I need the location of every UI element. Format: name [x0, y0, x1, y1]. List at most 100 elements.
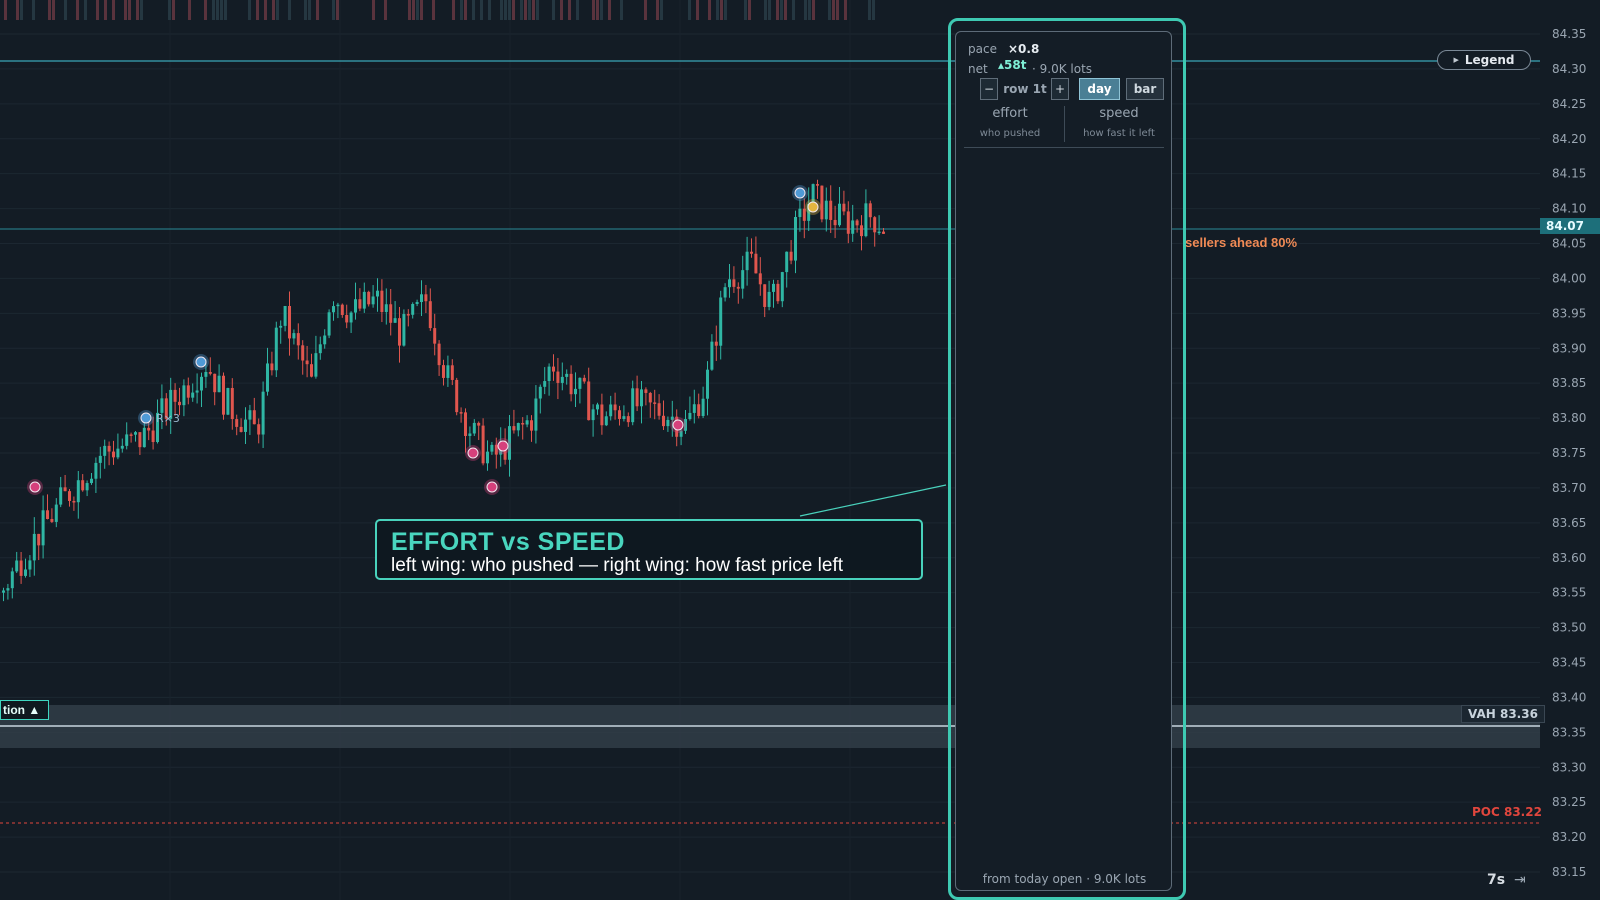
- strip-bar: [112, 0, 115, 20]
- marker-dot[interactable]: [807, 201, 819, 213]
- price-tick-label: 83.75: [1552, 446, 1586, 460]
- strip-bar: [464, 0, 467, 20]
- candle-body: [371, 296, 375, 305]
- strip-bar: [96, 0, 99, 20]
- price-tick-label: 83.30: [1552, 760, 1586, 774]
- candle-body: [279, 325, 283, 328]
- price-tick-label: 84.30: [1552, 62, 1586, 76]
- header-rule: [964, 147, 1164, 148]
- strip-bar: [536, 0, 539, 20]
- callout-subtitle: left wing: who pushed — right wing: how …: [391, 555, 844, 576]
- candle-body: [380, 290, 384, 312]
- candle-body: [112, 451, 115, 458]
- strip-bar: [264, 0, 267, 20]
- price-tick-label: 83.85: [1552, 376, 1586, 390]
- arrow-to-edge-icon[interactable]: ⇥: [1514, 871, 1526, 888]
- candle-body: [758, 273, 762, 285]
- candle-body: [406, 314, 410, 316]
- strip-bar: [532, 0, 535, 20]
- day-mode-button[interactable]: day: [1079, 78, 1120, 100]
- candle-body: [384, 304, 388, 312]
- candle-body: [794, 217, 797, 261]
- strip-bar: [408, 0, 411, 20]
- strip-bar: [288, 0, 291, 20]
- price-chart[interactable]: R×3 84.3584.3084.2584.2084.1584.1084.058…: [0, 0, 1600, 900]
- candle-body: [569, 373, 573, 395]
- marker-dot[interactable]: [467, 447, 479, 459]
- callout-title: EFFORT vs SPEED: [391, 528, 625, 556]
- price-tick-label: 83.70: [1552, 481, 1586, 495]
- strip-bar: [780, 0, 783, 20]
- candle-body: [186, 385, 190, 398]
- chart-grid: [0, 0, 1540, 900]
- header-divider: [1064, 106, 1065, 142]
- candle-body: [261, 391, 265, 435]
- strip-bar: [420, 0, 423, 20]
- strip-bar: [336, 0, 339, 20]
- effort-subheader: who pushed: [979, 128, 1041, 139]
- candle-body: [46, 510, 49, 519]
- legend-button-label: Legend: [1464, 53, 1515, 67]
- candle-body: [842, 203, 846, 212]
- candle-body: [94, 462, 98, 479]
- marker-label: R×3: [156, 412, 180, 425]
- candle-body: [618, 410, 621, 419]
- strip-bar: [764, 0, 767, 20]
- candle-body: [314, 353, 318, 377]
- candle-body: [367, 291, 371, 305]
- candle-body: [873, 217, 877, 233]
- candle-body: [222, 375, 225, 415]
- candle-body: [785, 251, 789, 273]
- pace-value: ×0.8: [1008, 42, 1040, 56]
- panel-footer: from today open · 9.0K lots: [982, 872, 1147, 886]
- candle-body: [63, 487, 67, 492]
- candle-body: [855, 220, 859, 226]
- row-size-label: row 1t: [1003, 82, 1047, 96]
- candle-body: [525, 420, 529, 425]
- candle-body: [824, 200, 828, 220]
- net-value: ▴58t: [998, 58, 1027, 72]
- candle-body: [750, 251, 753, 254]
- candle-body: [103, 445, 107, 456]
- candle-body: [512, 426, 516, 431]
- callout-connector: [799, 484, 947, 517]
- marker-dot[interactable]: [29, 481, 41, 493]
- price-axis: 84.35 84.30 84.25 84.20 84.15 84.10 84.05 84.00…: [1552, 27, 1586, 879]
- marker-dot[interactable]: [794, 187, 806, 199]
- candle-body: [134, 432, 137, 435]
- marker-dot[interactable]: [140, 412, 152, 424]
- candle-body: [19, 560, 23, 576]
- marker-dot[interactable]: [486, 481, 498, 493]
- strip-bar: [16, 0, 19, 20]
- candle-body: [6, 588, 10, 591]
- candle-body: [116, 448, 120, 458]
- legend-button[interactable]: ▶ Legend: [1437, 50, 1531, 70]
- marker-dot[interactable]: [497, 440, 509, 452]
- strip-bar: [20, 0, 23, 20]
- candle-body: [723, 287, 727, 298]
- candle-body: [354, 299, 357, 313]
- candle-body: [191, 392, 195, 398]
- candle-body: [138, 432, 142, 448]
- marker-dot[interactable]: [195, 356, 207, 368]
- strip-bar: [500, 0, 503, 20]
- candle-body: [147, 427, 151, 431]
- candle-body: [780, 272, 784, 302]
- strip-bar: [720, 0, 723, 20]
- strip-bar: [688, 0, 691, 20]
- candle-body: [877, 231, 881, 234]
- candle-body: [266, 363, 269, 392]
- candle-body: [217, 375, 221, 393]
- strip-bar: [768, 0, 771, 20]
- row-decrease-button[interactable]: −: [980, 78, 998, 100]
- candle-body: [310, 364, 313, 377]
- candle-body: [424, 294, 428, 302]
- session-tag[interactable]: tion ▲: [0, 700, 50, 720]
- row-increase-button[interactable]: +: [1051, 78, 1069, 100]
- bar-mode-button[interactable]: bar: [1126, 78, 1164, 100]
- marker-dot[interactable]: [672, 419, 684, 431]
- candle-body: [688, 412, 692, 420]
- top-volume-strip: [4, 0, 875, 20]
- price-tick-label: 83.25: [1552, 795, 1586, 809]
- strip-bar: [568, 0, 571, 20]
